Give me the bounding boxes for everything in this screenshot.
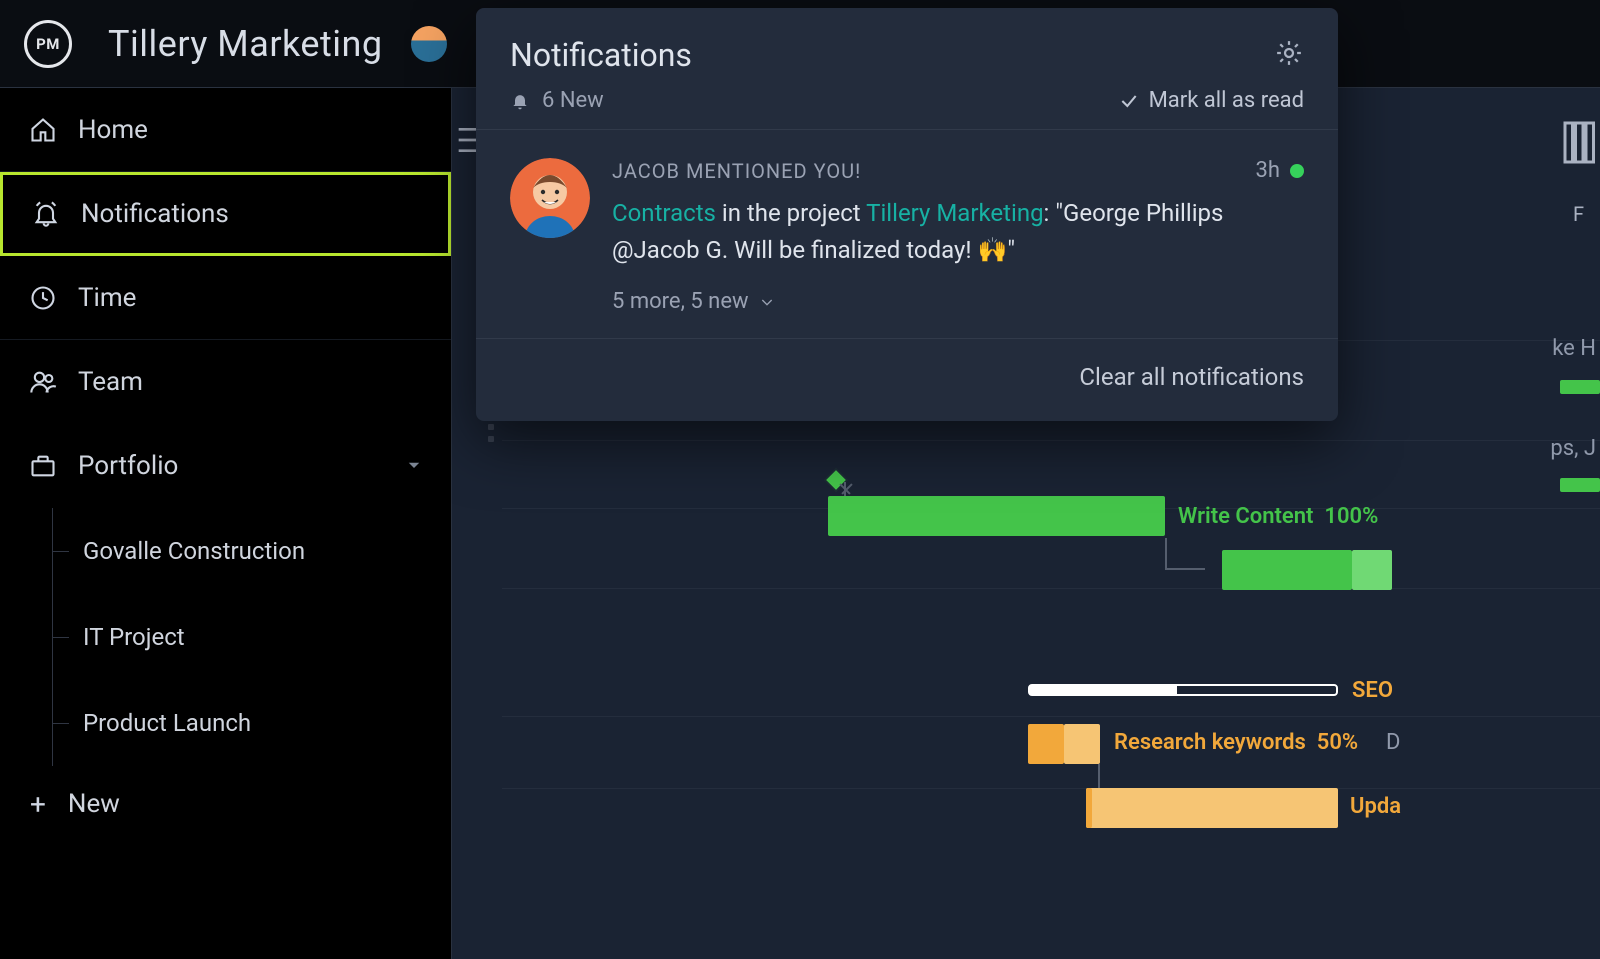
notification-time: 3h (1256, 158, 1304, 183)
sidebar-item-notifications[interactable]: Notifications (0, 172, 451, 256)
bar-label: SEO (1352, 678, 1393, 703)
gear-icon (1274, 38, 1304, 68)
sidebar-item-label: Home (78, 115, 148, 145)
notifications-popover: Notifications 6 New Mark all as read (476, 8, 1338, 421)
sidebar-item-label: Team (78, 367, 143, 397)
sidebar-item-team[interactable]: Team (0, 340, 451, 424)
notification-heading: JACOB MENTIONED YOU! (612, 159, 861, 183)
home-icon (28, 115, 58, 145)
portfolio-item-label: IT Project (83, 623, 185, 651)
bar-label: Upda (1350, 794, 1401, 819)
bell-icon (510, 90, 530, 112)
sidebar-item-home[interactable]: Home (0, 88, 451, 172)
gantt-bar[interactable] (1222, 550, 1352, 590)
sidebar-item-label: New (68, 789, 120, 819)
sidebar-item-label: Time (78, 283, 136, 313)
new-count-label: 6 New (542, 88, 604, 113)
portfolio-item-label: Product Launch (83, 709, 251, 737)
settings-button[interactable] (1274, 38, 1304, 72)
sidebar-item-label: Notifications (81, 199, 229, 229)
portfolio-item[interactable]: Product Launch (52, 680, 451, 766)
briefcase-icon (28, 451, 58, 481)
link-contracts[interactable]: Contracts (612, 199, 716, 227)
sidebar: Home Notifications Time Team Portfolio G… (0, 88, 452, 959)
chevron-down-icon (405, 451, 423, 481)
portfolio-item[interactable]: IT Project (52, 594, 451, 680)
day-label: F (1573, 202, 1584, 226)
expand-more-label: 5 more, 5 new (612, 289, 749, 314)
link-project[interactable]: Tillery Marketing (866, 199, 1043, 227)
new-count: 6 New (510, 88, 604, 113)
gantt-bar[interactable] (1560, 380, 1600, 394)
sidebar-new-button[interactable]: + New (0, 766, 451, 842)
gantt-bar-research[interactable] (1028, 724, 1064, 764)
gantt-bar-progress (1064, 724, 1100, 764)
bar-label: Write Content 100% (1178, 504, 1378, 529)
gantt-bar-progress (1352, 550, 1392, 590)
timeline-ruler-icon[interactable] (1562, 120, 1598, 164)
notification-avatar (510, 158, 590, 238)
sidebar-item-portfolio[interactable]: Portfolio (0, 424, 451, 508)
mark-all-read-button[interactable]: Mark all as read (1119, 88, 1304, 113)
popover-title: Notifications (510, 36, 692, 74)
clock-icon (28, 283, 58, 313)
summary-progress[interactable] (1028, 684, 1338, 696)
popover-header: Notifications 6 New Mark all as read (476, 8, 1338, 130)
bar-label: Research keywords 50% (1114, 730, 1358, 755)
popover-footer: Clear all notifications (476, 339, 1338, 421)
portfolio-children: Govalle Construction IT Project Product … (0, 508, 451, 766)
notification-body: JACOB MENTIONED YOU! 3h Contracts in the… (612, 158, 1304, 314)
gantt-bar[interactable] (1560, 478, 1600, 492)
sidebar-item-time[interactable]: Time (0, 256, 451, 340)
gantt-bar-progress (1086, 788, 1092, 828)
notification-item[interactable]: JACOB MENTIONED YOU! 3h Contracts in the… (476, 130, 1338, 339)
portfolio-item-label: Govalle Construction (83, 537, 305, 565)
app-logo[interactable]: PM (24, 20, 72, 68)
check-icon (1119, 91, 1139, 111)
gantt-bar-upda[interactable] (1086, 788, 1338, 828)
team-icon (28, 367, 58, 397)
clear-all-button[interactable]: Clear all notifications (1079, 363, 1304, 391)
sidebar-item-label: Portfolio (78, 451, 178, 481)
portfolio-item[interactable]: Govalle Construction (52, 508, 451, 594)
mark-all-label: Mark all as read (1149, 88, 1304, 113)
bell-icon (31, 199, 61, 229)
logo-text: PM (36, 35, 60, 53)
project-title[interactable]: Tillery Marketing (108, 23, 383, 65)
gantt-bar-write-content[interactable] (828, 496, 1165, 536)
assignee-fragment: ke H (1552, 336, 1596, 361)
plus-icon: + (30, 788, 46, 821)
assignee-fragment: ps, J (1550, 436, 1596, 461)
notification-text: Contracts in the project Tillery Marketi… (612, 195, 1304, 269)
user-avatar[interactable] (411, 26, 447, 62)
chevron-down-icon (759, 294, 775, 310)
assignee-fragment: D (1386, 730, 1400, 755)
expand-more-button[interactable]: 5 more, 5 new (612, 289, 1304, 314)
unread-dot-icon (1290, 164, 1304, 178)
